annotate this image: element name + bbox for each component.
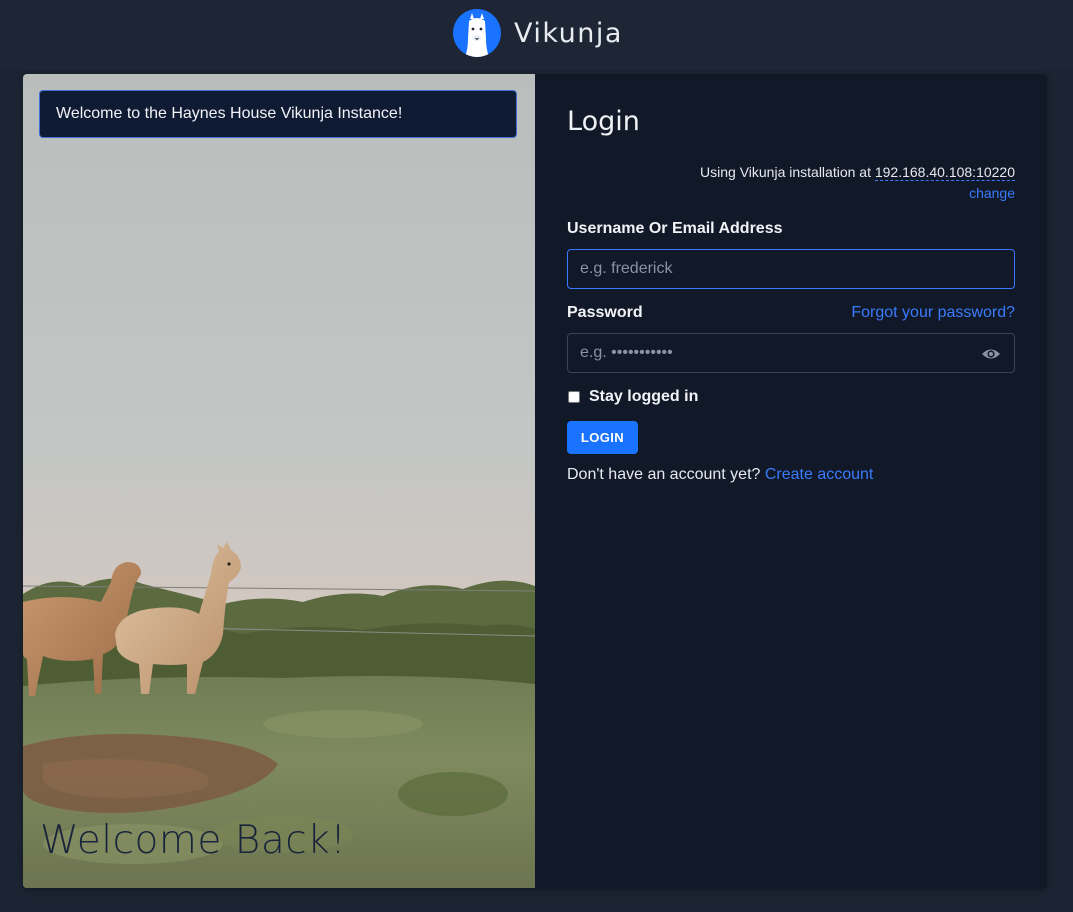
brand[interactable]: Vikunja xyxy=(453,9,623,57)
stay-logged-in-checkbox[interactable] xyxy=(568,391,580,403)
installation-info: Using Vikunja installation at 192.168.40… xyxy=(700,164,1015,181)
top-bar: Vikunja xyxy=(0,0,1073,70)
stay-logged-in[interactable]: Stay logged in xyxy=(567,388,698,406)
llama-logo-icon xyxy=(453,9,501,57)
signup-prompt-text: Don't have an account yet? xyxy=(567,466,761,483)
welcome-back-heading: Welcome Back! xyxy=(40,818,347,863)
password-label: Password xyxy=(567,304,643,321)
username-input[interactable] xyxy=(567,249,1015,289)
username-label: Username Or Email Address xyxy=(567,220,783,237)
installation-prefix: Using Vikunja installation at xyxy=(700,164,871,180)
motd-banner: Welcome to the Haynes House Vikunja Inst… xyxy=(39,90,517,138)
forgot-password-link[interactable]: Forgot your password? xyxy=(851,304,1015,322)
stay-logged-in-label: Stay logged in xyxy=(589,388,699,405)
page-title: Login xyxy=(567,106,640,137)
hero-photo: Welcome to the Haynes House Vikunja Inst… xyxy=(23,74,535,888)
password-input[interactable] xyxy=(567,333,1015,373)
change-installation-link[interactable]: change xyxy=(969,185,1015,201)
app-name: Vikunja xyxy=(514,17,623,49)
login-form: Login Using Vikunja installation at 192.… xyxy=(567,74,1015,888)
login-card: Welcome to the Haynes House Vikunja Inst… xyxy=(23,74,1047,888)
signup-prompt: Don't have an account yet? Create accoun… xyxy=(567,466,873,484)
create-account-link[interactable]: Create account xyxy=(765,466,874,483)
eye-icon[interactable] xyxy=(981,346,1001,362)
installation-address: 192.168.40.108:10220 xyxy=(874,164,1015,181)
login-button[interactable]: LOGIN xyxy=(567,421,638,454)
